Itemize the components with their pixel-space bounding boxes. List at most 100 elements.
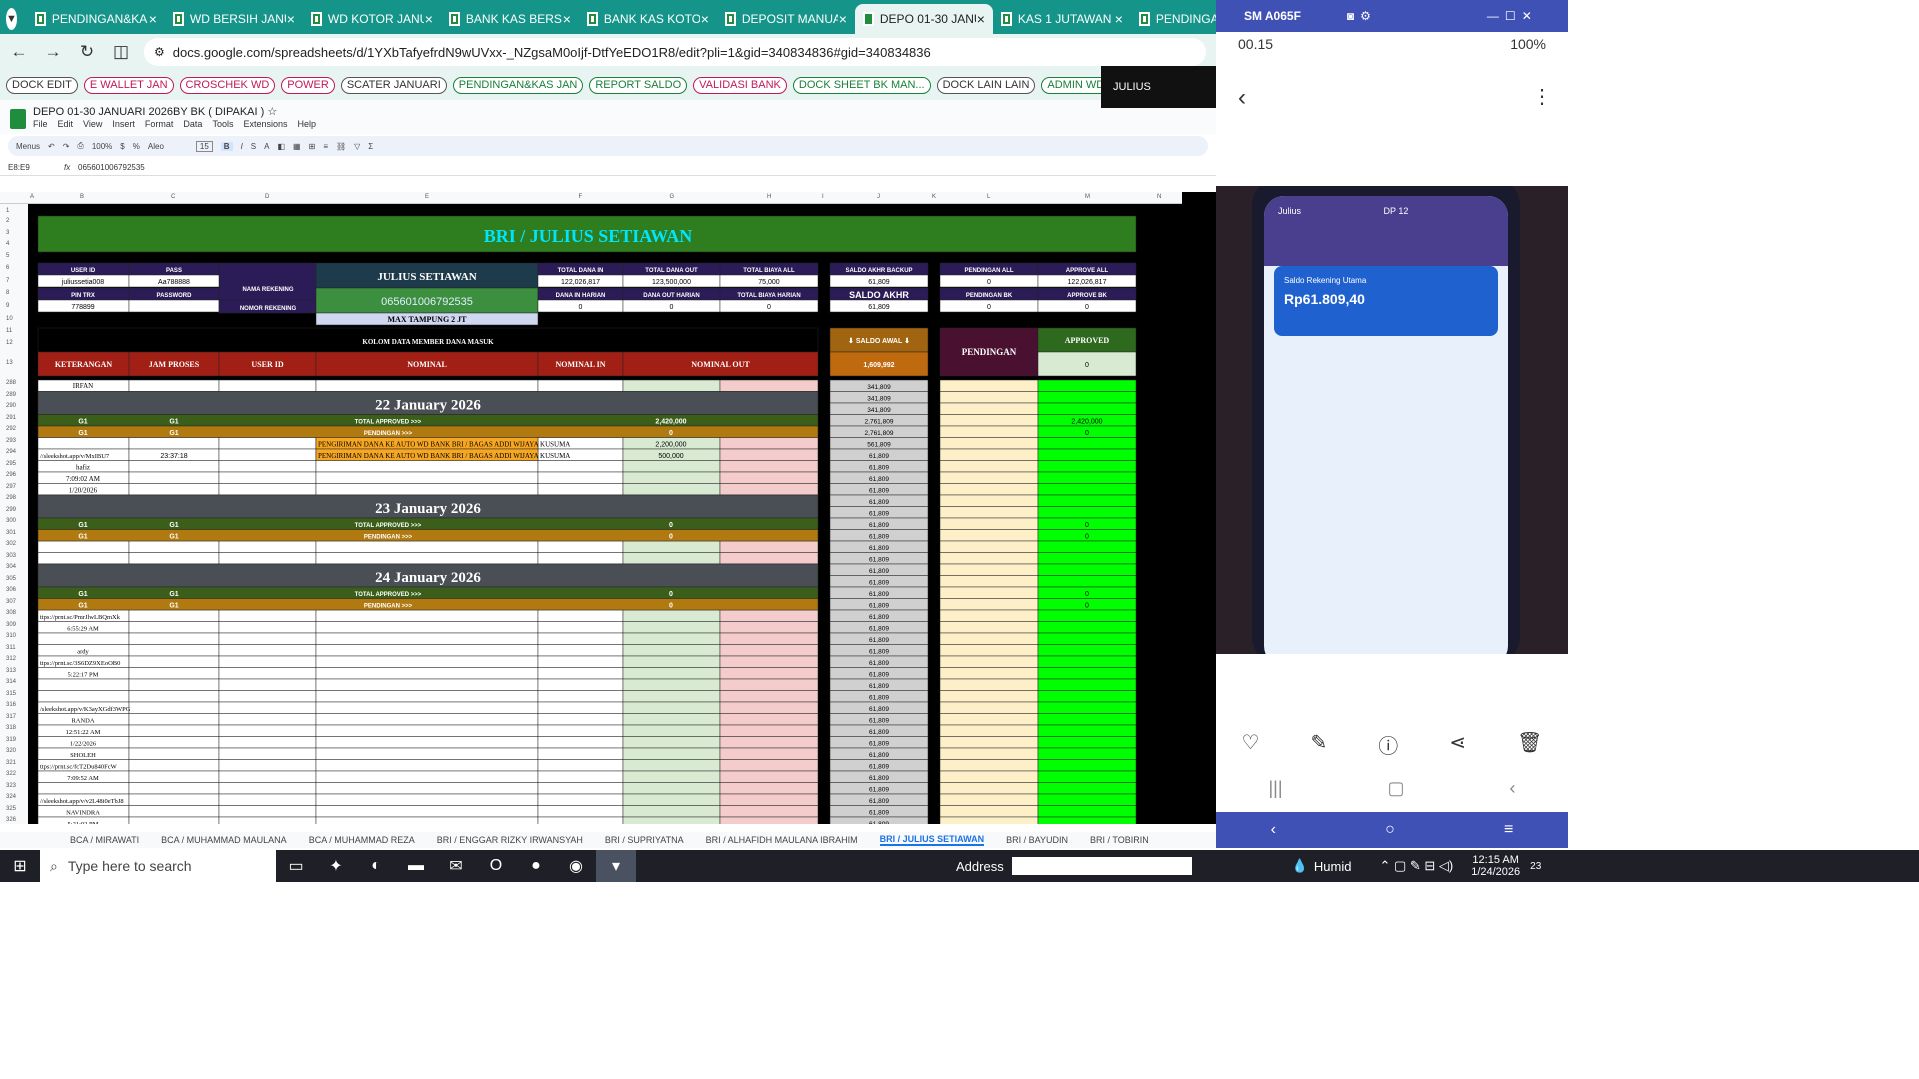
row-header[interactable]: 12	[6, 340, 13, 346]
mail-icon[interactable]: ✉	[436, 850, 476, 882]
delete-icon[interactable]: 🗑	[1517, 730, 1542, 759]
recents-icon[interactable]: |||	[1268, 778, 1282, 799]
approved-cell[interactable]	[1037, 770, 1137, 783]
edit-icon[interactable]: ✎	[1310, 730, 1327, 759]
font-select[interactable]: Aleo	[148, 142, 188, 151]
split-view-icon[interactable]: ◫	[110, 42, 132, 62]
pending-cell[interactable]	[939, 816, 1039, 824]
row-header[interactable]: 322	[6, 771, 16, 777]
body-cell[interactable]	[315, 483, 539, 496]
menu-tools[interactable]: Tools	[212, 119, 233, 129]
body-cell[interactable]	[218, 805, 317, 818]
row-header[interactable]: 1	[6, 208, 9, 214]
row-header[interactable]: 3	[6, 230, 9, 236]
menu-format[interactable]: Format	[145, 119, 174, 129]
menu-edit[interactable]: Edit	[58, 119, 74, 129]
body-cell[interactable]	[537, 713, 624, 726]
nominal-out-cell[interactable]	[719, 816, 819, 824]
row-header[interactable]: 315	[6, 691, 16, 697]
back-icon[interactable]: ‹	[1510, 778, 1516, 799]
nominal-in-cell[interactable]	[622, 460, 721, 473]
redo-icon[interactable]: ↷	[63, 142, 70, 151]
body-cell[interactable]	[315, 690, 539, 703]
camera-icon[interactable]: ◙	[1347, 9, 1354, 23]
pending-cell[interactable]	[939, 690, 1039, 703]
pending-cell[interactable]	[939, 621, 1039, 634]
home-icon[interactable]: ▢	[1388, 778, 1405, 799]
nominal-in-cell[interactable]	[622, 724, 721, 737]
row-header[interactable]: 318	[6, 725, 16, 731]
browser-tab[interactable]: KAS 1 JUTAWAN J ×	[993, 4, 1131, 34]
column-header[interactable]: N	[1157, 194, 1161, 200]
pendingan-row[interactable]	[37, 425, 819, 438]
approved-cell[interactable]	[1037, 690, 1137, 703]
pending-cell[interactable]	[939, 782, 1039, 795]
pending-cell[interactable]	[939, 713, 1039, 726]
body-cell[interactable]	[37, 782, 130, 795]
body-cell[interactable]	[128, 690, 220, 703]
nav-home-icon[interactable]: ○	[1385, 821, 1395, 839]
approved-cell[interactable]	[1037, 793, 1137, 806]
nominal-out-cell[interactable]	[719, 552, 819, 565]
pending-cell[interactable]	[939, 563, 1039, 576]
pending-cell[interactable]	[939, 552, 1039, 565]
approved-cell[interactable]	[1037, 575, 1137, 588]
pending-cell[interactable]	[939, 575, 1039, 588]
body-cell[interactable]	[315, 736, 539, 749]
body-cell[interactable]	[128, 770, 220, 783]
browser-tab[interactable]: PENDINGAN&KAS JAN×	[27, 4, 165, 34]
row-header[interactable]: 316	[6, 702, 16, 708]
row-header[interactable]: 319	[6, 737, 16, 743]
body-cell[interactable]	[218, 460, 317, 473]
sheet-tab[interactable]: BCA / MIRAWATI	[70, 835, 139, 845]
row-header[interactable]: 10	[6, 316, 13, 322]
nominal-out-cell[interactable]	[719, 632, 819, 645]
body-cell[interactable]	[37, 437, 130, 450]
body-cell[interactable]	[537, 770, 624, 783]
bookmark[interactable]: DOCK LAIN LAIN	[936, 76, 1036, 94]
gallery-photo[interactable]: Julius DP 12 Saldo Rekening Utama Rp61.8…	[1216, 186, 1568, 654]
approved-cell[interactable]	[1037, 667, 1137, 680]
align-icon[interactable]: ≡	[323, 142, 328, 151]
close-tab-icon[interactable]: ×	[287, 11, 295, 27]
nominal-out-cell[interactable]	[719, 655, 819, 668]
body-cell[interactable]	[537, 724, 624, 737]
pendingan-row[interactable]	[37, 598, 819, 611]
row-header[interactable]: 302	[6, 541, 16, 547]
row-header[interactable]: 295	[6, 461, 16, 467]
scrcpy-icon[interactable]: ▾	[596, 850, 636, 882]
text-color-icon[interactable]: A	[264, 142, 269, 151]
body-cell[interactable]	[218, 793, 317, 806]
opera-icon[interactable]: O	[476, 850, 516, 882]
nominal-out-cell[interactable]	[719, 759, 819, 772]
browser-tab[interactable]: PENDINGAN EW×	[1131, 4, 1216, 34]
body-cell[interactable]	[315, 713, 539, 726]
body-cell[interactable]	[537, 736, 624, 749]
body-cell[interactable]	[315, 701, 539, 714]
pending-cell[interactable]	[939, 678, 1039, 691]
approved-cell[interactable]	[1037, 379, 1137, 392]
bookmark[interactable]: PENDINGAN&KAS JAN	[452, 76, 584, 94]
menu-extensions[interactable]: Extensions	[243, 119, 287, 129]
pending-cell[interactable]	[939, 494, 1039, 507]
body-cell[interactable]	[537, 667, 624, 680]
pending-cell[interactable]	[939, 425, 1039, 438]
body-cell[interactable]	[315, 782, 539, 795]
close-tab-icon[interactable]: ×	[701, 11, 709, 27]
nominal-in-cell[interactable]	[622, 471, 721, 484]
body-cell[interactable]	[128, 379, 220, 392]
approved-cell[interactable]	[1037, 552, 1137, 565]
body-cell[interactable]	[218, 816, 317, 824]
nominal-out-cell[interactable]	[719, 747, 819, 760]
body-cell[interactable]	[218, 540, 317, 553]
sheet-tab[interactable]: BCA / MUHAMMAD REZA	[309, 835, 415, 845]
approved-cell[interactable]	[1037, 713, 1137, 726]
body-cell[interactable]	[315, 379, 539, 392]
nominal-in-cell[interactable]	[622, 667, 721, 680]
nav-back-icon[interactable]: ‹	[1271, 821, 1276, 839]
body-cell[interactable]	[537, 460, 624, 473]
url-field[interactable]: ⚙ docs.google.com/spreadsheets/d/1YXbTaf…	[144, 38, 1206, 66]
body-cell[interactable]	[218, 448, 317, 461]
body-cell[interactable]	[315, 644, 539, 657]
close-tab-icon[interactable]: ×	[563, 11, 571, 27]
